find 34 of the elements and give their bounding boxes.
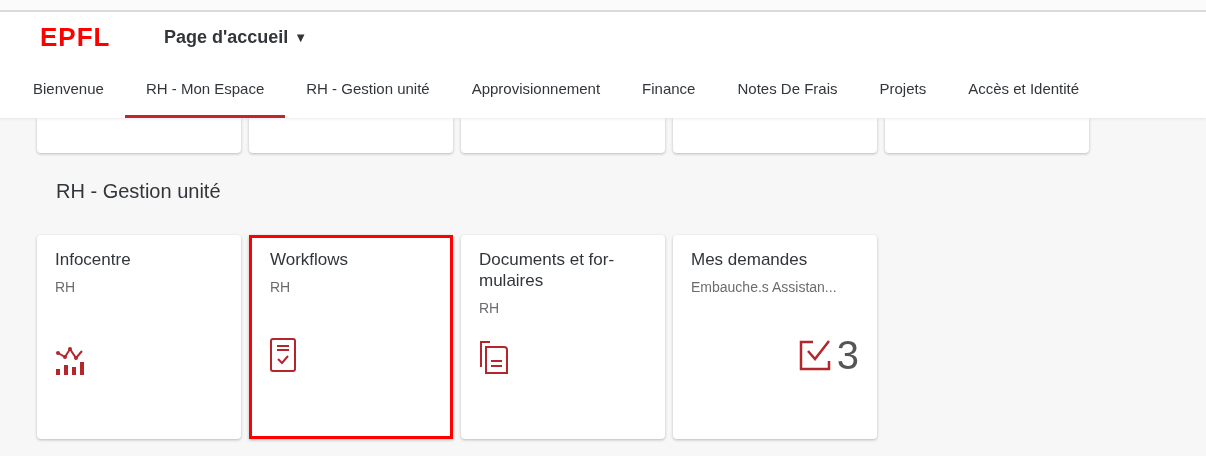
tile-subtitle: RH [55,279,77,295]
tile[interactable] [673,118,877,153]
tile-subtitle: RH [270,279,292,295]
task-count: 3 [836,335,859,375]
page-title-menu[interactable]: Page d'accueil ▼ [164,26,308,48]
checkbox-icon [798,339,831,371]
tile[interactable]: Infocentre RH [37,235,241,439]
tile[interactable]: Mes demandes Embauche.s Assistan... 3 [673,235,877,439]
tile[interactable] [37,118,241,153]
tile[interactable]: Documents et for- mulaires RH [461,235,665,439]
tab[interactable]: RH - Gestion unité [285,62,451,118]
tab[interactable]: RH - Mon Espace [124,62,286,118]
epfl-logo[interactable]: EPFL [40,24,120,50]
tile-title: Workflows [270,249,350,270]
tile-subtitle: Embauche.s Assistan... [691,279,838,295]
tile-title: Documents et for- mulaires [479,249,616,291]
tab[interactable]: Notes De Frais [716,62,859,118]
chart-icon [55,347,85,375]
tile[interactable]: Workflows RH [249,235,453,439]
tile[interactable] [461,118,665,153]
caret-icon: ▼ [294,29,308,45]
section-title: RH - Gestion unité [55,179,222,204]
tile[interactable] [885,118,1089,153]
tile-title: Infocentre [55,249,132,270]
documents-icon [479,341,509,375]
tab[interactable]: Bienvenue [12,62,125,118]
document-check-icon [270,338,296,372]
tab[interactable]: Finance [621,62,717,118]
tab[interactable]: Approvisionnement [450,62,622,118]
tile[interactable] [249,118,453,153]
tile-subtitle: RH [479,300,501,316]
tab[interactable]: Accès et Identité [947,62,1101,118]
tile-title: Mes demandes [691,249,809,270]
tab[interactable]: Projets [858,62,948,118]
